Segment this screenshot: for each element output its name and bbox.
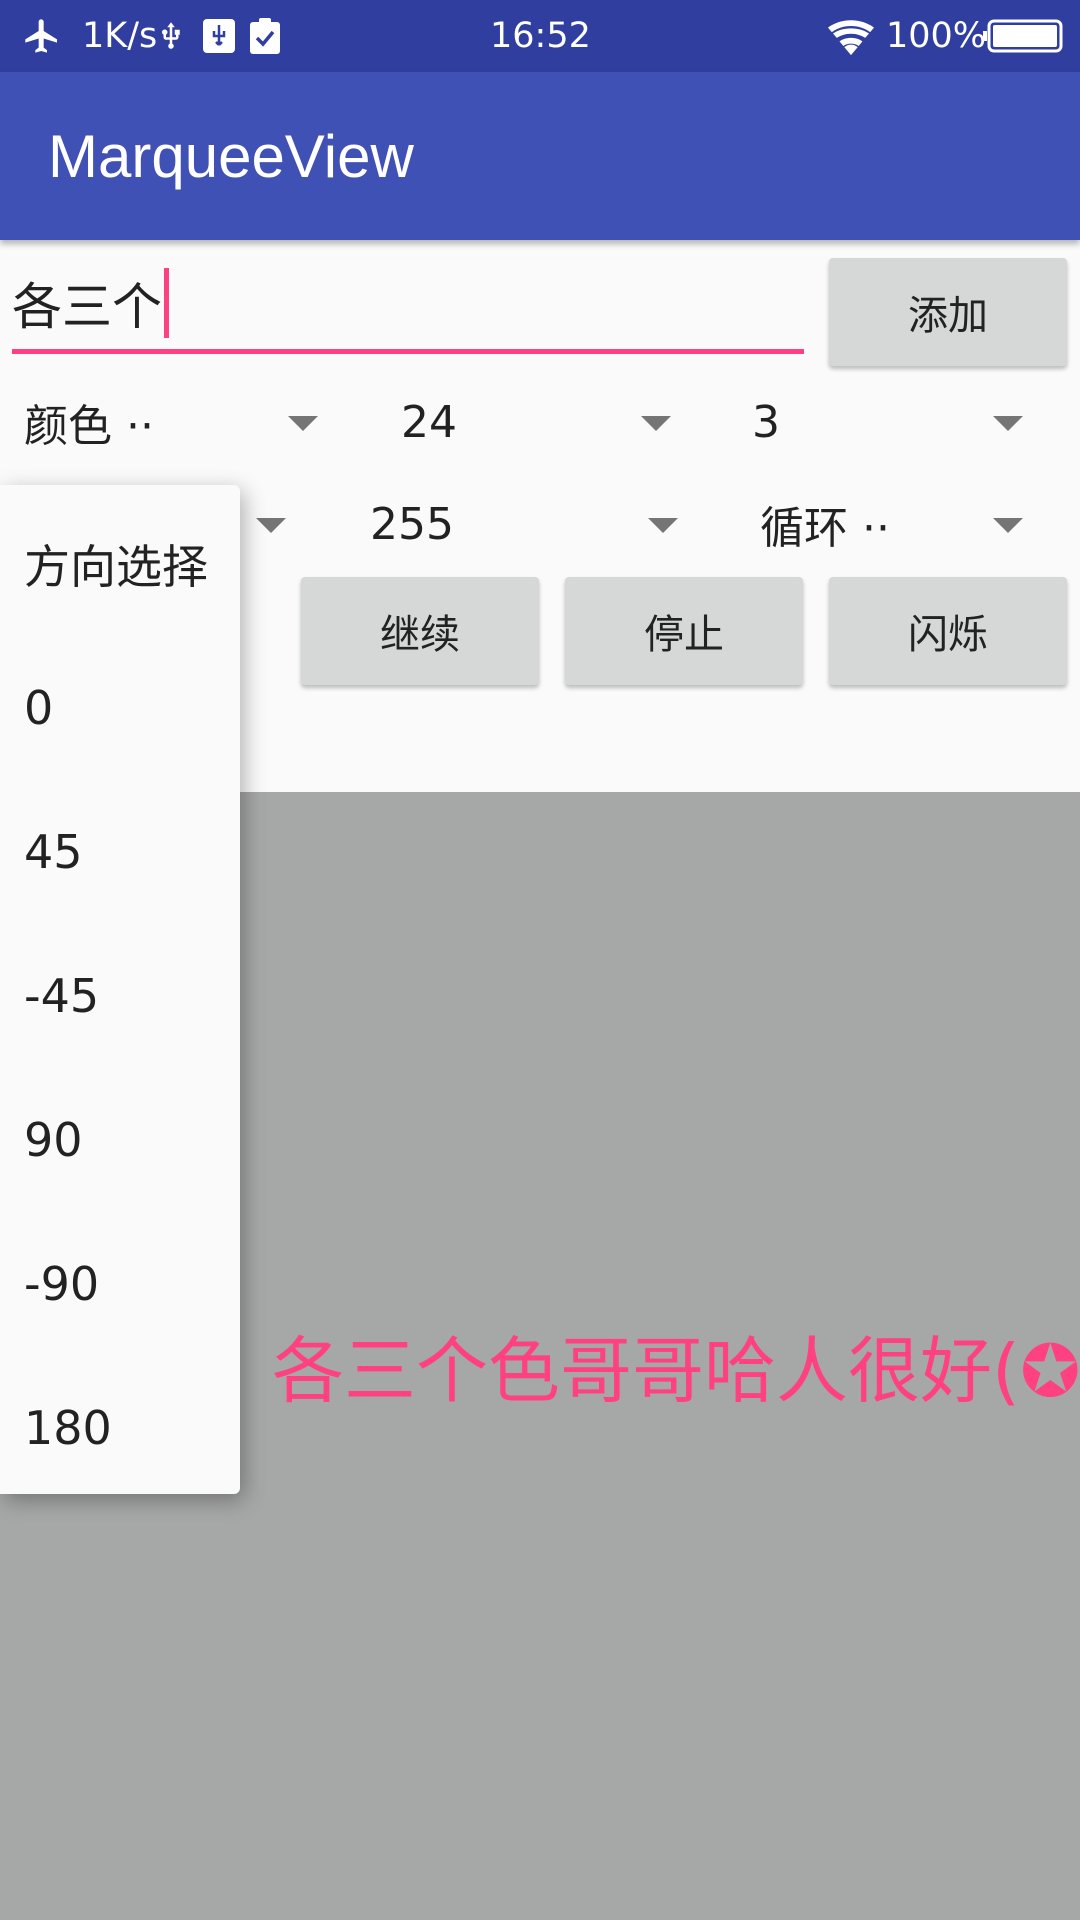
add-button[interactable]: 添加: [829, 258, 1067, 366]
color-spinner-value: 颜色 ··: [24, 401, 154, 452]
speed-spinner-value: 3: [752, 396, 780, 448]
marquee-text-input[interactable]: 各三个: [12, 262, 804, 354]
status-bar: 1K/s 16:52 100%: [0, 0, 1080, 72]
text-size-spinner[interactable]: 24: [370, 382, 690, 462]
mode-spinner[interactable]: 循环 ··: [720, 484, 1050, 564]
dropdown-arrow-icon: [256, 518, 286, 533]
battery-level: 100%: [886, 16, 987, 56]
app-title: MarqueeView: [48, 122, 414, 190]
dropdown-arrow-icon: [641, 416, 671, 431]
input-value: 各三个: [12, 278, 162, 336]
usb-debug-icon: [203, 0, 235, 72]
continue-button[interactable]: 继续: [301, 577, 539, 685]
dropdown-item[interactable]: 0: [24, 636, 53, 780]
dropdown-item[interactable]: 180: [24, 1356, 112, 1500]
color-spinner[interactable]: 颜色 ··: [0, 382, 340, 462]
usb-icon: [156, 0, 186, 72]
clock: 16:52: [490, 16, 591, 56]
speed-spinner[interactable]: 3: [720, 382, 1050, 462]
dropdown-item[interactable]: 45: [24, 780, 83, 924]
dropdown-arrow-icon: [648, 518, 678, 533]
dropdown-arrow-icon: [993, 416, 1023, 431]
stop-button[interactable]: 停止: [565, 577, 803, 685]
direction-dropdown-menu: 方向选择 0 45 -45 90 -90 180: [0, 485, 240, 1494]
app-bar: MarqueeView: [0, 72, 1080, 240]
dropdown-item[interactable]: 90: [24, 1068, 83, 1212]
dropdown-item[interactable]: 方向选择: [24, 492, 208, 636]
airplane-icon: [22, 0, 62, 72]
alpha-spinner[interactable]: 255: [340, 484, 690, 564]
alpha-spinner-value: 255: [370, 498, 454, 550]
dropdown-item[interactable]: -45: [24, 924, 99, 1068]
wifi-icon: [828, 0, 874, 72]
clipboard-check-icon: [250, 0, 280, 72]
blink-button[interactable]: 闪烁: [829, 577, 1067, 685]
mode-spinner-value: 循环 ··: [760, 503, 890, 554]
dropdown-arrow-icon: [288, 416, 318, 431]
text-cursor: [164, 268, 169, 338]
text-size-spinner-value: 24: [401, 396, 457, 448]
dropdown-item[interactable]: -90: [24, 1212, 99, 1356]
marquee-text: 各三个色哥哥哈人很好(✪: [272, 1329, 1080, 1413]
network-speed: 1K/s: [82, 16, 158, 56]
battery-icon: [983, 0, 1063, 72]
dropdown-arrow-icon: [993, 518, 1023, 533]
